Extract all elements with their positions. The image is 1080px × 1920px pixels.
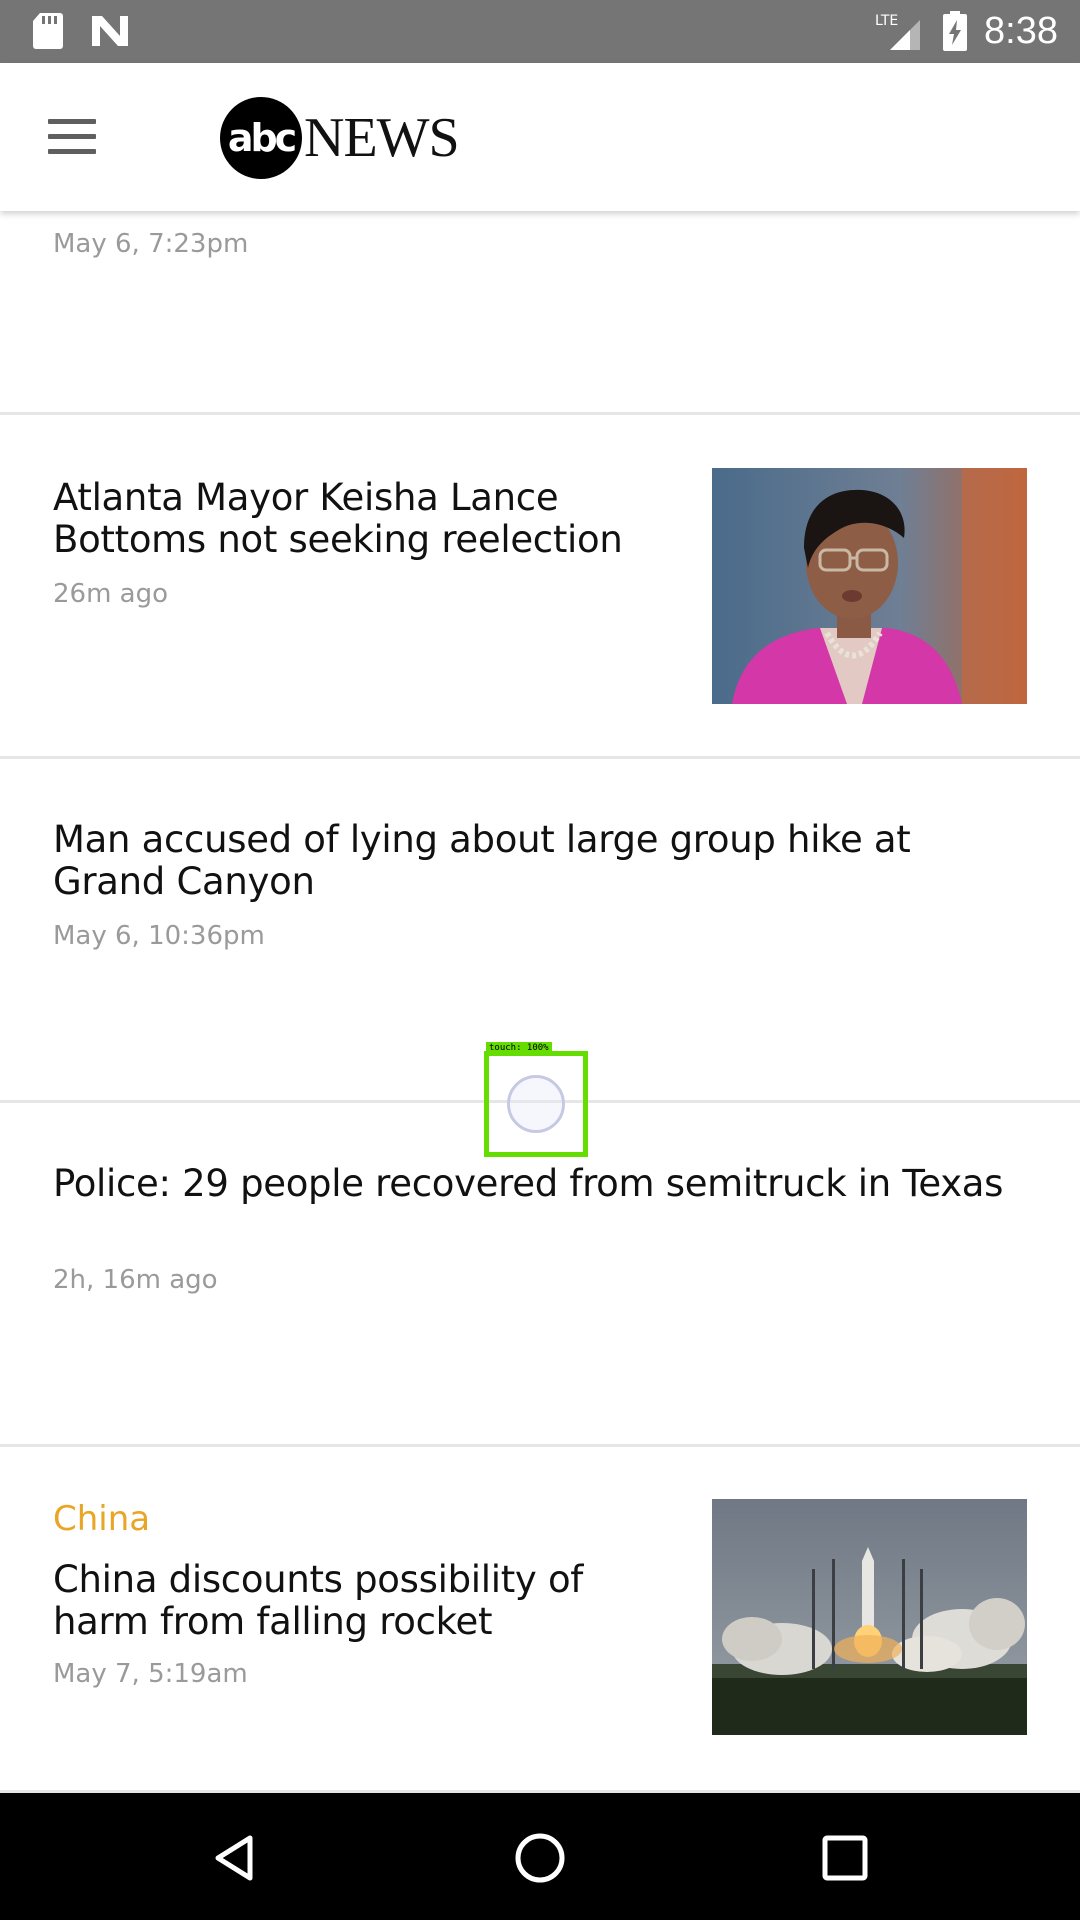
- app-header: abc NEWS: [0, 63, 1080, 211]
- card-headline: Atlanta Mayor Keisha Lance Bottoms not s…: [53, 476, 623, 561]
- navigation-bar: [0, 1793, 1080, 1920]
- home-icon[interactable]: [505, 1823, 575, 1893]
- svg-text:LTE: LTE: [875, 13, 898, 29]
- card-timestamp: May 7, 5:19am: [53, 1659, 248, 1689]
- logo-abc-circle: abc: [220, 97, 302, 179]
- battery-charging-icon: [943, 11, 967, 51]
- card-timestamp: May 6, 10:36pm: [53, 921, 265, 951]
- menu-line: [48, 133, 96, 139]
- touch-indicator-label: touch: 100%: [486, 1042, 552, 1054]
- status-bar: LTE 8:38: [0, 0, 1080, 63]
- menu-line: [48, 148, 96, 154]
- sd-card-icon: [33, 13, 63, 49]
- news-feed[interactable]: May 6, 7:23pm Atlanta Mayor Keisha Lance…: [0, 211, 1080, 1793]
- card-timestamp: 2h, 16m ago: [53, 1265, 218, 1295]
- news-card-partial[interactable]: May 6, 7:23pm: [0, 211, 1080, 415]
- hamburger-menu-icon[interactable]: [36, 103, 108, 169]
- card-headline: China discounts possibility of harm from…: [53, 1558, 584, 1643]
- back-icon[interactable]: [200, 1823, 270, 1893]
- status-clock: 8:38: [984, 10, 1058, 52]
- abc-news-logo: abc NEWS: [220, 97, 460, 179]
- card-kicker-link[interactable]: China: [53, 1499, 150, 1539]
- lte-signal-icon: LTE: [875, 13, 920, 50]
- rocket-launch-image[interactable]: [712, 1499, 1027, 1735]
- news-card[interactable]: China China discounts possibility of har…: [0, 1447, 1080, 1793]
- recent-apps-icon[interactable]: [810, 1823, 880, 1893]
- woman-portrait-image[interactable]: [712, 468, 1027, 704]
- card-timestamp: May 6, 7:23pm: [53, 229, 249, 259]
- n-notification-icon: [92, 16, 128, 46]
- logo-news-wordmark: NEWS: [304, 107, 460, 169]
- card-headline: Police: 29 people recovered from semitru…: [53, 1162, 1004, 1205]
- news-card[interactable]: Atlanta Mayor Keisha Lance Bottoms not s…: [0, 415, 1080, 759]
- touch-ripple-icon: [507, 1075, 565, 1133]
- menu-line: [48, 118, 96, 124]
- card-headline: Man accused of lying about large group h…: [53, 818, 911, 903]
- card-timestamp: 26m ago: [53, 579, 169, 609]
